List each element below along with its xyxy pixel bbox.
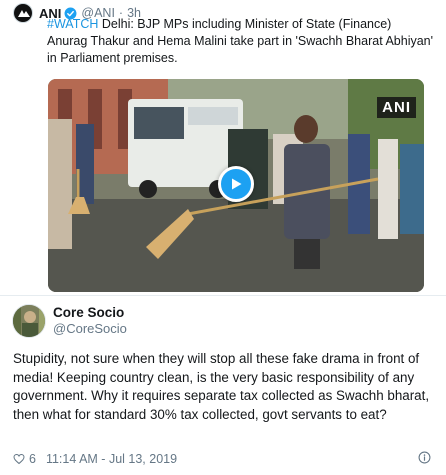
quoted-tweet-body: Delhi: BJP MPs including Minister of Sta… (47, 17, 434, 65)
reply-author-handle[interactable]: @CoreSocio (53, 321, 127, 336)
info-icon[interactable] (418, 451, 431, 464)
tweet-divider (0, 295, 446, 296)
quoted-tweet-text: #WATCH Delhi: BJP MPs including Minister… (47, 16, 433, 67)
reply-tweet-text: Stupidity, not sure when they will stop … (13, 351, 430, 422)
heart-icon[interactable] (13, 453, 25, 465)
video-watermark: ANI (377, 97, 416, 118)
reply-tweet-footer: 6 11:14 AM - Jul 13, 2019 (13, 451, 433, 467)
hashtag-link[interactable]: #WATCH (47, 17, 98, 31)
video-player[interactable]: ANI (48, 79, 424, 292)
ani-logo-icon[interactable] (13, 3, 33, 23)
avatar[interactable] (12, 304, 46, 338)
reply-timestamp[interactable]: 11:14 AM - Jul 13, 2019 (46, 452, 177, 466)
like-count[interactable]: 6 (29, 452, 36, 466)
reply-author-name[interactable]: Core Socio (53, 305, 124, 320)
play-button[interactable] (218, 166, 254, 202)
play-icon (232, 178, 242, 190)
